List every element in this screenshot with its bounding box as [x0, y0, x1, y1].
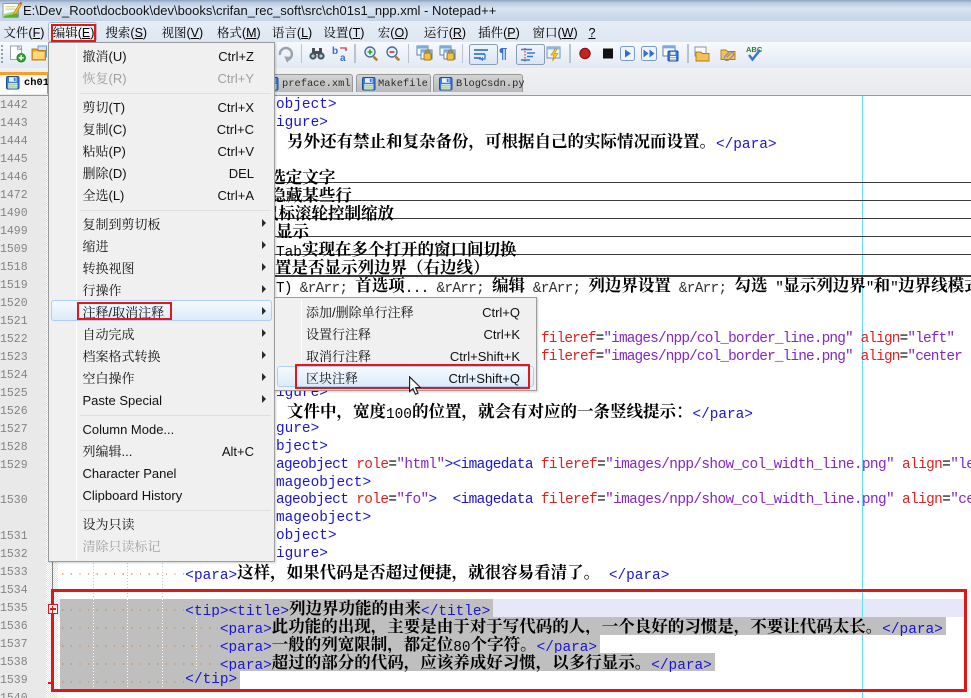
svg-text:b: b [332, 46, 338, 57]
svg-text:ABC: ABC [746, 45, 763, 54]
svg-text:a: a [340, 53, 346, 63]
